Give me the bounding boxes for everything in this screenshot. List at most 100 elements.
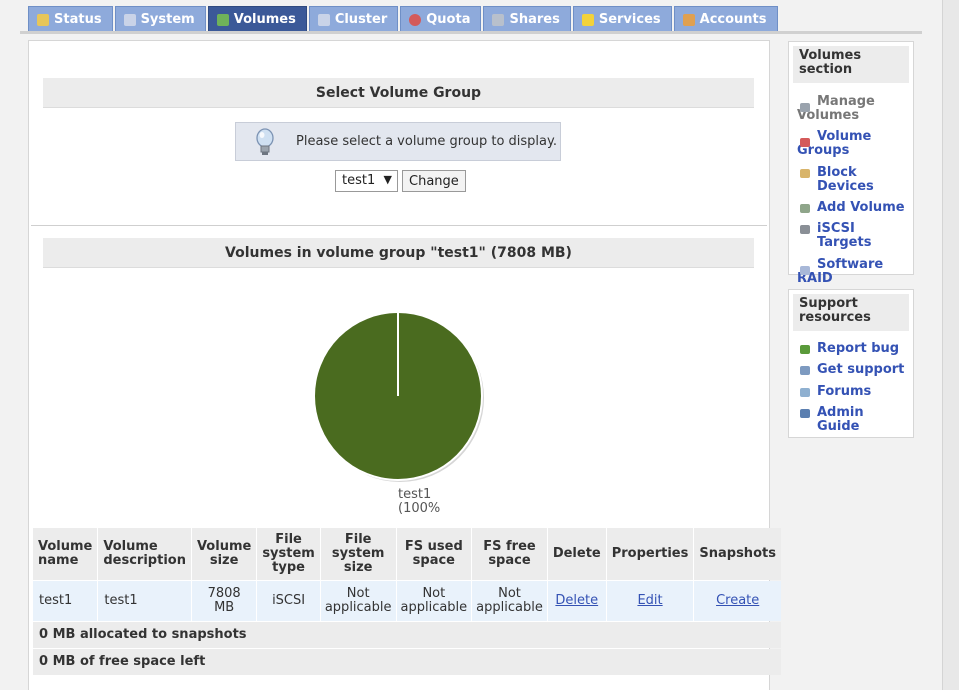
col-delete: Delete [547,528,606,580]
support-resources-box: Support resources Report bug Get support… [788,289,914,438]
section-divider [31,225,767,226]
sidebar-item-label: Add Volume [817,200,905,215]
lightbulb-icon [256,127,274,155]
sidebar-item-software-raid[interactable]: Software RAID [793,258,909,286]
sidebar-item-admin-guide[interactable]: Admin Guide [793,406,909,434]
col-volume-name: Volume name [33,528,98,580]
snapshots-summary-row: 0 MB allocated to snapshots [33,622,781,648]
free-space-summary: 0 MB of free space left [33,649,781,675]
main-content: Select Volume Group Please select a volu… [28,40,781,690]
volumes-section-title: Volumes section [793,46,909,83]
sidebar-item-block-devices[interactable]: Block Devices [793,166,909,194]
tab-system[interactable]: System [114,6,206,32]
col-fs-used: FS used space [396,528,472,580]
sidebar-item-report-bug[interactable]: Report bug [793,342,909,356]
tab-status[interactable]: Status [28,6,113,32]
support-resources-title: Support resources [793,294,909,331]
cell-fs-type: iSCSI [257,581,320,621]
sidebar-item-label: Report bug [817,341,900,356]
tab-cluster[interactable]: Cluster [308,6,399,32]
col-volume-size: Volume size [191,528,257,580]
block-devices-icon [800,169,810,178]
sidebar-item-get-support[interactable]: Get support [793,363,909,377]
selected-volume-group: test1 [342,173,376,188]
add-volume-icon [800,204,810,213]
cell-fs-size: Not applicable [320,581,396,621]
tab-volumes[interactable]: Volumes [207,6,307,32]
sidebar-item-label: Forums [817,384,872,399]
pie-label-percent: (100% [398,501,441,516]
col-properties: Properties [606,528,694,580]
volumes-table: Volume name Volume description Volume si… [32,527,782,676]
create-snapshot-link[interactable]: Create [716,593,759,608]
sidebar-item-label: Get support [817,362,905,377]
quota-icon [409,13,422,26]
tab-quota[interactable]: Quota [400,6,482,32]
volumes-icon [216,13,229,26]
volume-groups-icon [800,138,810,147]
tab-underline [20,31,922,34]
volumes-section-list: Manage Volumes Volume Groups Block Devic… [793,95,909,286]
tab-accounts[interactable]: Accounts [673,6,778,32]
col-volume-description: Volume description [98,528,191,580]
cell-properties: Edit [606,581,694,621]
tab-label: Services [598,12,661,27]
sidebar-item-label: Block Devices [817,165,874,194]
iscsi-targets-icon [800,225,810,234]
admin-guide-icon [800,409,810,418]
manage-volumes-icon [800,103,810,112]
sidebar-item-label: iSCSI Targets [817,221,872,250]
sidebar-item-add-volume[interactable]: Add Volume [793,201,909,215]
services-icon [581,13,594,26]
col-fs-free: FS free space [472,528,547,580]
select-volume-group-heading: Select Volume Group [43,78,754,108]
info-message-box: Please select a volume group to display. [235,122,561,161]
cluster-icon [317,13,330,26]
info-message: Please select a volume group to display. [296,134,557,149]
change-button[interactable]: Change [402,170,466,192]
status-icon [37,13,49,26]
system-icon [123,13,136,26]
pie-label: test1 (100% [398,488,440,516]
cell-delete: Delete [547,581,606,621]
tab-label: Shares [509,12,560,27]
tab-shares[interactable]: Shares [483,6,571,32]
cell-volume-description: test1 [98,581,191,621]
tab-label: Cluster [334,12,388,27]
delete-link[interactable]: Delete [555,593,598,608]
sidebar-item-forums[interactable]: Forums [793,385,909,399]
volumes-heading: Volumes in volume group "test1" (7808 MB… [43,238,754,268]
forums-icon [800,388,810,397]
table-row: test1 test1 7808 MB iSCSI Not applicable… [33,581,781,621]
page-scrollbar[interactable] [942,0,959,690]
main-nav-tabs: Status System Volumes Cluster Quota Shar… [28,6,780,32]
cell-fs-used: Not applicable [396,581,472,621]
tab-label: Accounts [699,12,767,27]
volume-group-select[interactable]: test1 ▼ [335,170,398,192]
table-header-row: Volume name Volume description Volume si… [33,528,781,580]
software-raid-icon [800,266,810,275]
cell-snapshots: Create [694,581,781,621]
sidebar-item-label: Admin Guide [817,405,864,434]
shares-icon [492,13,505,26]
sidebar-item-iscsi-targets[interactable]: iSCSI Targets [793,222,909,250]
pie-label-name: test1 [398,487,432,502]
volume-group-selector: test1 ▼ Change [335,170,466,192]
support-resources-list: Report bug Get support Forums Admin Guid… [793,342,909,434]
col-snapshots: Snapshots [694,528,781,580]
snapshots-summary: 0 MB allocated to snapshots [33,622,781,648]
tab-label: Status [54,12,102,27]
get-support-icon [800,366,810,375]
free-space-summary-row: 0 MB of free space left [33,649,781,675]
cell-volume-name: test1 [33,581,98,621]
cell-volume-size: 7808 MB [191,581,257,621]
sidebar-item-manage-volumes[interactable]: Manage Volumes [793,95,909,123]
volume-pie-chart [313,311,484,482]
col-fs-size: File system size [320,528,396,580]
edit-link[interactable]: Edit [637,593,662,608]
tab-services[interactable]: Services [572,6,672,32]
sidebar-item-volume-groups[interactable]: Volume Groups [793,130,909,158]
tab-label: Quota [426,12,471,27]
accounts-icon [682,13,695,26]
cell-fs-free: Not applicable [472,581,547,621]
